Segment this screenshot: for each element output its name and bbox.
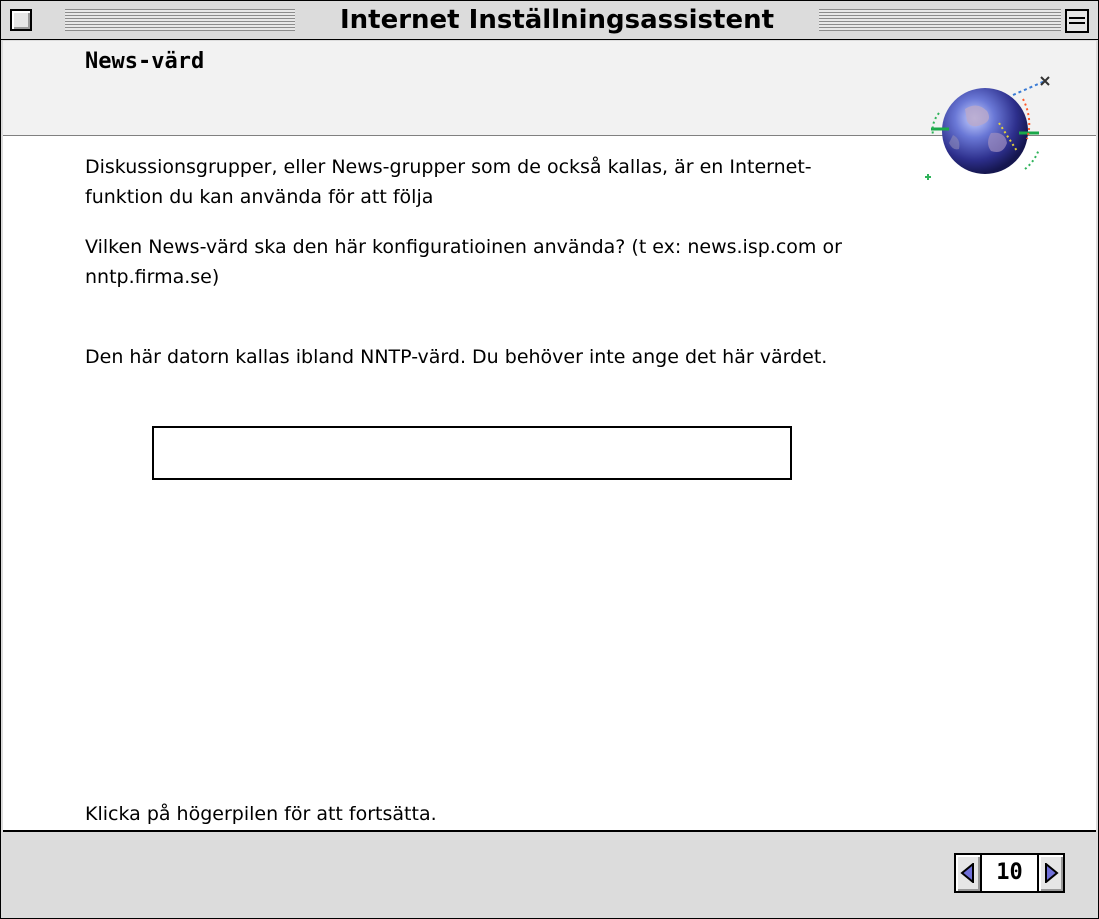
title-bar-stripes [819,9,1061,31]
assistant-window: Internet Inställningsassistent News-värd… [0,0,1099,919]
next-page-button[interactable] [1037,853,1065,893]
section-title: News-värd [85,49,205,74]
instruction-text: Klicka på högerpilen för att fortsätta. [85,803,437,825]
globe-icon [925,76,1050,180]
note-text: Den här datorn kallas ibland NNTP-värd. … [85,346,828,368]
question-text: Vilken News-värd ska den här konfigurati… [85,236,842,288]
window-title: Internet Inställningsassistent [301,3,813,37]
title-bar[interactable]: Internet Inställningsassistent [1,1,1098,40]
intro-text: Diskussionsgrupper, eller News-grupper s… [85,156,812,208]
right-arrow-icon [1045,863,1059,883]
close-box[interactable] [10,9,32,31]
collapse-box[interactable] [1065,9,1089,33]
news-host-input[interactable] [152,426,792,480]
previous-page-button[interactable] [954,853,982,893]
left-arrow-icon [960,863,974,883]
navigation-bar [3,830,1096,918]
page-number: 10 [982,853,1037,893]
title-bar-stripes [65,9,295,31]
